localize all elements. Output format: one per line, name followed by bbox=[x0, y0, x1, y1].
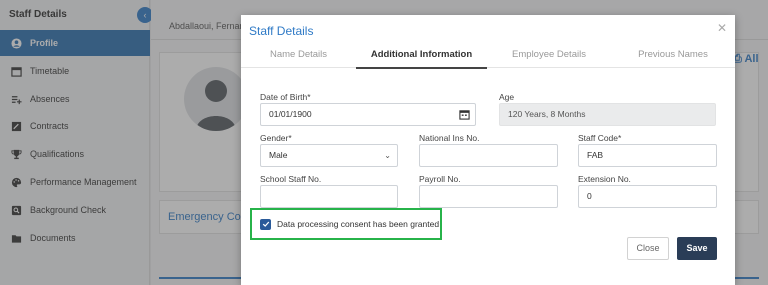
extension-input[interactable]: 0 bbox=[578, 185, 717, 208]
payroll-label: Payroll No. bbox=[419, 174, 461, 184]
age-label: Age bbox=[499, 92, 515, 102]
staff-details-modal: Staff Details ✕ Name Details Additional … bbox=[241, 15, 735, 285]
school-staff-label: School Staff No. bbox=[260, 174, 322, 184]
consent-highlight-box: Data processing consent has been granted bbox=[250, 208, 442, 240]
close-button[interactable]: Close bbox=[627, 237, 669, 260]
tab-employee-details[interactable]: Employee Details bbox=[487, 42, 611, 68]
gender-select[interactable]: Male ⌄ bbox=[260, 144, 398, 167]
school-staff-input[interactable] bbox=[260, 185, 398, 208]
calendar-icon[interactable] bbox=[456, 106, 473, 123]
extension-label: Extension No. bbox=[578, 174, 631, 184]
consent-label[interactable]: Data processing consent has been granted bbox=[277, 219, 439, 229]
staff-code-input[interactable]: FAB bbox=[578, 144, 717, 167]
national-ins-input[interactable] bbox=[419, 144, 558, 167]
tab-additional-information[interactable]: Additional Information bbox=[356, 42, 487, 69]
close-icon[interactable]: ✕ bbox=[717, 21, 727, 35]
national-ins-label: National Ins No. bbox=[419, 133, 480, 143]
dob-label: Date of Birth* bbox=[260, 92, 311, 102]
consent-checkbox[interactable] bbox=[260, 218, 271, 230]
modal-tabs: Name Details Additional Information Empl… bbox=[241, 42, 735, 69]
staff-code-label: Staff Code* bbox=[578, 133, 622, 143]
payroll-input[interactable] bbox=[419, 185, 558, 208]
gender-label: Gender* bbox=[260, 133, 292, 143]
tab-name-details[interactable]: Name Details bbox=[241, 42, 356, 68]
modal-title: Staff Details bbox=[249, 24, 314, 38]
tab-previous-names[interactable]: Previous Names bbox=[611, 42, 735, 68]
dob-field[interactable]: 01/01/1900 bbox=[260, 103, 476, 126]
save-button[interactable]: Save bbox=[677, 237, 717, 260]
checkmark-icon bbox=[262, 221, 269, 227]
chevron-down-icon: ⌄ bbox=[384, 151, 391, 160]
age-field: 120 Years, 8 Months bbox=[499, 103, 716, 126]
